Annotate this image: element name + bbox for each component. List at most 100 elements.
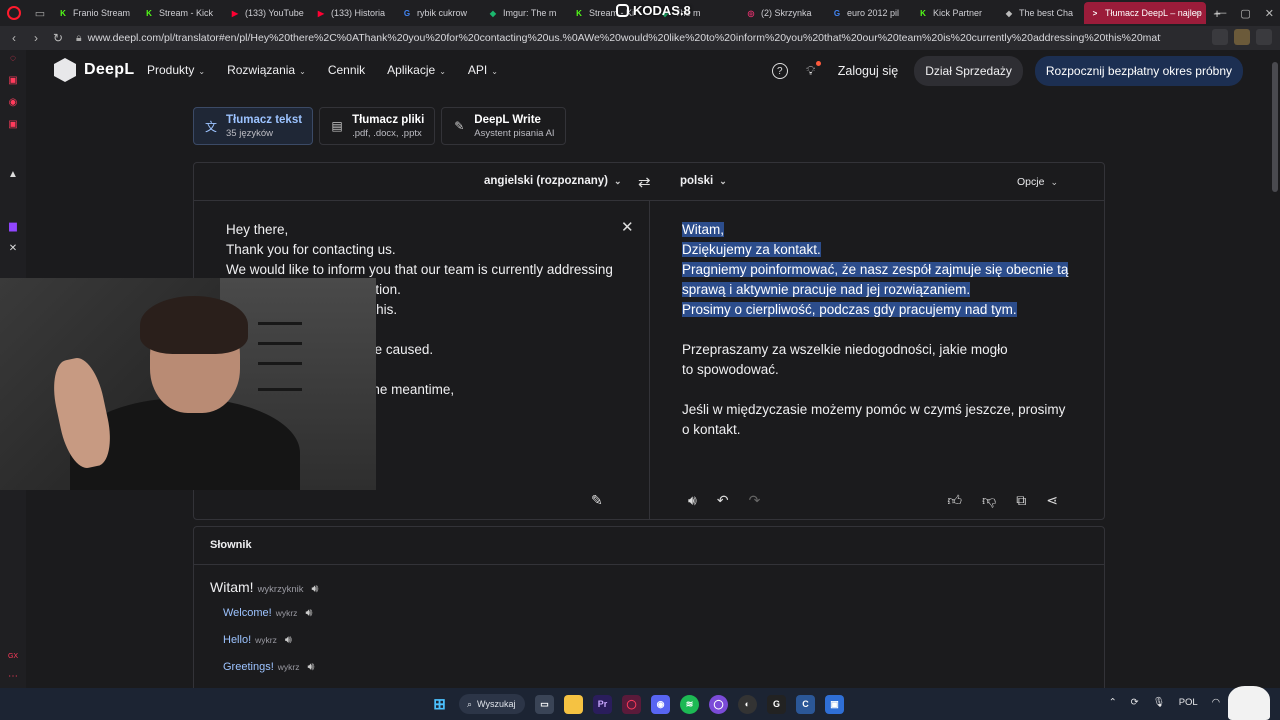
gx-corner-icon[interactable]: GX (7, 650, 19, 662)
swap-languages-icon[interactable]: ⇄ (638, 173, 651, 191)
nav-api[interactable]: API ⌄ (468, 63, 498, 77)
sales-button[interactable]: Dział Sprzedaży (914, 56, 1023, 86)
wifi-icon[interactable]: ◠ (1212, 697, 1220, 708)
translation-line-text: Witam, (682, 222, 724, 237)
messenger-icon[interactable]: ◉ (7, 96, 19, 108)
browser-tab[interactable]: Grybik cukrow (396, 2, 480, 24)
app-icon-g[interactable]: G (767, 694, 786, 714)
browser-tab[interactable]: ▶ (133) YouTube (224, 2, 308, 24)
microphone-icon[interactable]: 🎙︎ (1153, 697, 1165, 708)
extensions-icon[interactable] (1212, 29, 1228, 45)
twitch-icon[interactable]: ▆ (7, 220, 19, 232)
screen: ▭ K Franio Stream K Stream - Kick ▶ (133) You… (0, 0, 1280, 720)
share-icon[interactable]: ⋖ (1046, 492, 1058, 509)
dictionary-entry[interactable]: Hello! wykrz 🔊︎ (223, 634, 292, 647)
tab-deepl-write[interactable]: ✎ DeepL Write Asystent pisania AI (441, 107, 566, 145)
dictionary-entry[interactable]: Welcome! wykrz 🔊︎ (223, 607, 312, 620)
login-link[interactable]: Zaloguj się (838, 64, 898, 78)
back-icon[interactable]: ‹ (6, 31, 22, 45)
thumbs-up-icon[interactable]: 👍︎ (947, 492, 962, 509)
steam-icon[interactable]: ◐ (738, 694, 757, 714)
browser-tab[interactable]: ◆ Imgur: The m (482, 2, 566, 24)
music-player-icon[interactable]: ▲ (7, 168, 19, 180)
window-controls: ⌕ — ▢ ✕ (1195, 0, 1274, 26)
tab-label: rybik cukrow (417, 8, 468, 18)
tab-label: (133) Historia (331, 8, 386, 18)
spotify-icon[interactable]: ≋ (680, 694, 699, 714)
maximize-icon[interactable]: ▢ (1240, 7, 1250, 20)
speaker-icon[interactable]: 🔊︎ (688, 492, 697, 509)
reload-icon[interactable]: ↻ (50, 31, 66, 45)
tray-sync-icon[interactable]: ⟳ (1131, 697, 1139, 708)
discord-icon[interactable]: ◉ (651, 694, 670, 714)
browser-tab[interactable]: ◆ The best Cha (998, 2, 1082, 24)
opera-logo-icon[interactable] (0, 0, 28, 26)
browser-tab[interactable]: Geuro 2012 pil (826, 2, 910, 24)
nav-produkty[interactable]: Produkty ⌄ (147, 63, 205, 77)
opera-gx-taskbar-icon[interactable]: ◯ (622, 694, 641, 714)
options-dropdown[interactable]: Opcje ⌄ (1017, 176, 1058, 188)
tab-translate-text[interactable]: 文 Tłumacz tekst 35 języków (193, 107, 314, 145)
undo-icon[interactable]: ↶ (717, 492, 729, 509)
tab-menu-icon[interactable]: ▭ (28, 0, 52, 26)
speaker-icon[interactable]: 🔊︎ (307, 661, 314, 674)
browser-tab[interactable]: K Franio Stream (52, 2, 136, 24)
copy-icon[interactable]: ⧉ (1016, 492, 1026, 509)
browser-tab[interactable]: K Stream - Kick (138, 2, 222, 24)
source-language-select[interactable]: angielski (rozpoznany) ⌄ (484, 175, 622, 187)
deepl-logo[interactable]: DeepL (54, 58, 134, 82)
taskbar-search[interactable]: ⌕ Wyszukaj (459, 694, 525, 714)
stream-overlay-name: KODAS.8 (616, 3, 691, 18)
sidebar-app-icon-1[interactable]: ▣ (7, 74, 19, 86)
clear-text-icon[interactable]: ✕ (621, 218, 634, 236)
app-icon-blue[interactable]: ▣ (825, 694, 844, 714)
output-tools-left: 🔊︎ ↶ ↷ (688, 492, 760, 509)
premiere-pro-icon[interactable]: Pr (593, 694, 612, 714)
source-line: Hey there, (226, 222, 289, 237)
translation-line: o kontakt. (682, 420, 1082, 440)
page-scrollbar[interactable] (1270, 50, 1280, 688)
free-trial-button[interactable]: Rozpocznij bezpłatny okres próbny (1034, 56, 1243, 86)
url-field[interactable]: 🔒︎ www.deepl.com/pl/translator#en/pl/Hey%… (76, 32, 1161, 45)
lightbulb-icon[interactable]: 💡︎ (804, 61, 821, 79)
tab-translate-files[interactable]: ▤ Tłumacz pliki .pdf, .docx, .pptx (319, 107, 436, 145)
browser-menu-icon[interactable] (1256, 29, 1272, 45)
windows-start-icon[interactable]: ⊞ (430, 695, 449, 714)
language-indicator[interactable]: POL (1179, 697, 1198, 708)
forward-icon[interactable]: › (28, 31, 44, 45)
chevron-down-icon: ⌄ (1050, 177, 1058, 187)
thumbs-down-icon[interactable]: 👎︎ (982, 492, 996, 509)
file-explorer-icon[interactable] (564, 694, 583, 714)
scrollbar-thumb[interactable] (1272, 62, 1278, 192)
tray-chevron-icon[interactable]: ⌃ (1109, 697, 1117, 708)
browser-tab[interactable]: ▶ (133) Historia (310, 2, 394, 24)
dictionary-header: Słownik (194, 527, 1104, 565)
translation-output[interactable]: Witam, Dziękujemy za kontakt. Pragniemy po… (682, 220, 1082, 440)
sidebar-more-icon[interactable]: ⋯ (7, 670, 19, 682)
help-icon[interactable]: ? (771, 63, 788, 79)
browser-tab[interactable]: > Tłumacz DeepL – najlep (1084, 2, 1206, 24)
profile-avatar[interactable] (1234, 29, 1250, 45)
dictionary-entry[interactable]: Greetings! wykrz 🔊︎ (223, 661, 314, 674)
task-view-icon[interactable]: ▭ (535, 694, 554, 714)
nav-cennik[interactable]: Cennik (328, 63, 365, 77)
close-window-icon[interactable]: ✕ (1265, 7, 1274, 20)
app-icon-c[interactable]: C (796, 694, 815, 714)
speaker-icon[interactable]: 🔊︎ (285, 634, 292, 647)
browser-tab[interactable]: ◎ (2) Skrzynka (740, 2, 824, 24)
search-tabs-icon[interactable]: ⌕ (1195, 7, 1201, 20)
speaker-icon[interactable]: 🔊︎ (305, 607, 312, 620)
nav-rozwiazania[interactable]: Rozwiązania ⌄ (227, 63, 306, 77)
sidebar-app-icon-2[interactable]: ▣ (7, 118, 19, 130)
aria-icon[interactable]: ◌ (7, 52, 19, 64)
obs-icon[interactable]: ◯ (709, 694, 728, 714)
nav-aplikacje[interactable]: Aplikacje ⌄ (387, 63, 446, 77)
x-twitter-icon[interactable]: ✕ (7, 242, 19, 254)
minimize-icon[interactable]: — (1215, 7, 1226, 19)
speaker-icon[interactable]: 🔊︎ (311, 583, 318, 596)
improve-text-icon[interactable]: ✎ (591, 492, 603, 509)
webcam-overlay (0, 278, 376, 490)
target-language-select[interactable]: polski ⌄ (680, 175, 727, 187)
redo-icon[interactable]: ↷ (749, 492, 761, 509)
browser-tab[interactable]: K Kick Partner (912, 2, 996, 24)
